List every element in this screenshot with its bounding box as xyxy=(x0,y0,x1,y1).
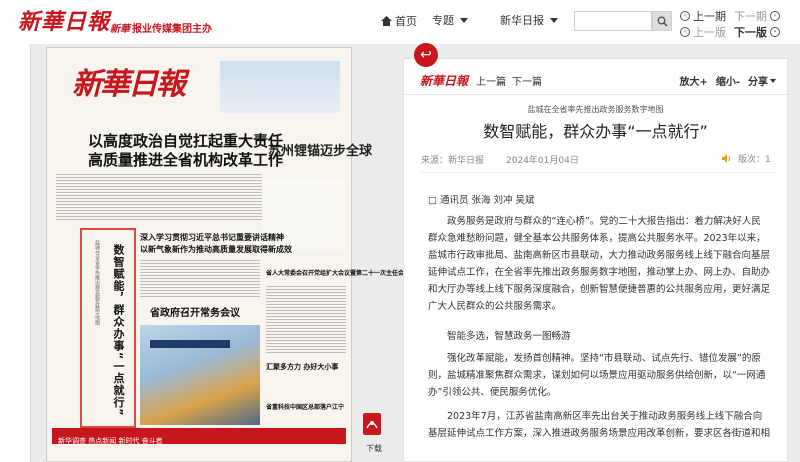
prev-article-link[interactable]: 上一篇 xyxy=(476,73,506,88)
circle-arrow-icon: ‹ xyxy=(680,27,690,37)
circle-arrow-icon: › xyxy=(770,27,780,37)
top-header: 新華日報 新華 报业传媒集团主办 首页 专题 新华日报 ‹ 上一期 下一期 › ‹… xyxy=(0,0,800,44)
topic-dropdown-label: 专题 xyxy=(432,14,454,27)
next-issue-label: 下一期 xyxy=(734,10,767,23)
article-logo: 新華日報 xyxy=(420,73,469,88)
article-source: 来源：新华日报 xyxy=(421,156,485,166)
share-label: 分享 xyxy=(748,77,768,88)
article-meta: 来源：新华日报 2024年01月04日 xyxy=(421,153,579,166)
back-button[interactable]: ↩ xyxy=(414,43,438,67)
bottom-banner[interactable]: 新华调查 热点新闻 新时代 奋斗者 xyxy=(52,428,346,445)
headline-9[interactable]: 省重科技中国区总部落户江宁 xyxy=(266,402,344,411)
next-article-link[interactable]: 下一篇 xyxy=(512,73,542,88)
caret-down-icon xyxy=(550,17,558,23)
vertical-title: 数智赋能，群众办事“一点就行” xyxy=(112,244,125,417)
photo-crane-detail xyxy=(150,340,230,348)
headline-8[interactable]: 汇聚多方力 办好大小事 xyxy=(266,362,338,372)
article-byline: □ 通讯员 张海 刘冲 吴斌 xyxy=(428,195,535,206)
toolbar-divider xyxy=(404,94,787,95)
paper-dropdown-label: 新华日报 xyxy=(500,14,544,27)
zoom-in-button[interactable]: 放大+ xyxy=(679,73,707,88)
headline-2[interactable]: 高质量推进全省机构改革工作 xyxy=(88,149,283,170)
zoom-in-label: 放大+ xyxy=(679,77,708,88)
article-kicker: 盐城在全省率先推出政务服务数字地图 xyxy=(527,105,664,114)
newspaper-masthead: 新華日報 xyxy=(52,55,344,123)
masthead-skyline-image xyxy=(220,61,340,113)
article-body-block xyxy=(56,172,262,222)
headline-4[interactable]: 以新气象新作为推动高质量发展取得新成效 xyxy=(140,244,292,255)
prev-page-label: 上一版 xyxy=(693,26,726,39)
article-toolbar: 新華日報 上一篇 下一篇 放大+ 缩小- 分享 xyxy=(420,70,782,90)
masthead-title: 新華日報 xyxy=(72,67,186,102)
caret-down-icon xyxy=(770,78,776,83)
home-icon xyxy=(381,16,392,26)
next-page-link[interactable]: 下一版 › xyxy=(734,24,780,40)
headline-6[interactable]: 苏州锂锚迈步全球 xyxy=(268,140,372,159)
paper-dropdown[interactable]: 新华日报 xyxy=(496,11,562,29)
back-arrow-icon: ↩ xyxy=(420,47,432,63)
publisher-label: 新華 报业传媒集团主办 xyxy=(110,20,212,35)
article-tools-right: 放大+ 缩小- 分享 xyxy=(679,73,776,88)
share-button[interactable]: 分享 xyxy=(748,73,776,88)
search-button[interactable] xyxy=(652,11,672,31)
download-label[interactable]: 下载 xyxy=(366,443,382,454)
caret-down-icon xyxy=(460,17,468,23)
prev-issue-link[interactable]: ‹ 上一期 xyxy=(680,8,726,24)
next-issue-link[interactable]: 下一期 › xyxy=(734,8,780,24)
article-title: 数智赋能，群众办事“一点就行” xyxy=(483,122,708,141)
nav-home-label: 首页 xyxy=(395,15,417,28)
speaker-icon[interactable] xyxy=(722,154,732,163)
article-paragraph: 政务服务是政府与群众的“连心桥”。党的二十大报告指出：着力解决好人民群众急难愁盼… xyxy=(428,216,771,312)
headline-1[interactable]: 以高度政治自觉扛起重大责任 xyxy=(88,130,283,151)
zoom-out-button[interactable]: 缩小- xyxy=(716,73,740,88)
prev-issue-label: 上一期 xyxy=(693,10,726,23)
headline-3[interactable]: 深入学习贯彻习近平总书记重要讲话精神 xyxy=(140,232,284,243)
publisher-mark: 新華 xyxy=(110,24,130,35)
selected-article-column[interactable]: 盐城在全省率先推出政务服务数字地图 数智赋能，群众办事“一点就行” xyxy=(80,228,136,428)
circle-arrow-icon: › xyxy=(770,11,780,21)
article-body-block xyxy=(266,284,346,354)
circle-arrow-icon: ‹ xyxy=(680,11,690,21)
article-meta-right: 版次：1 xyxy=(722,152,771,165)
article-paragraph: 强化改革赋能，发扬首创精神。坚持“市县联动、试点先行、错位发展”的原则，盐城精准… xyxy=(428,353,766,398)
zoom-out-label: 缩小- xyxy=(715,77,740,88)
next-page-label: 下一版 xyxy=(734,26,767,39)
search-input[interactable] xyxy=(574,11,652,31)
publisher-text: 报业传媒集团主办 xyxy=(132,24,212,35)
article-date: 2024年01月04日 xyxy=(506,156,579,166)
article-subheading: 智能多选，智慧政务一图畅游 xyxy=(447,331,571,342)
prev-page-link[interactable]: ‹ 上一版 xyxy=(680,24,726,40)
headline-5[interactable]: 省政府召开常务会议 xyxy=(150,304,240,319)
vertical-subtitle: 盐城在全省率先推出政务服务数字地图 xyxy=(94,240,100,325)
search-icon xyxy=(657,16,668,27)
bottom-banner-text: 新华调查 热点新闻 新时代 奋斗者 xyxy=(58,437,163,445)
topic-dropdown[interactable]: 专题 xyxy=(428,11,472,29)
article-body-block xyxy=(140,258,260,298)
meta-divider xyxy=(420,172,775,173)
nav-home[interactable]: 首页 xyxy=(381,13,417,29)
article-edition: 版次：1 xyxy=(738,155,771,165)
site-logo[interactable]: 新華日報 xyxy=(18,4,110,36)
article-paragraph: 2023年7月，江苏省盐南高新区率先出台关于推动政务服务线上线下融合向基层延伸试… xyxy=(428,411,771,439)
pdf-download-icon[interactable] xyxy=(363,413,381,435)
headline-7[interactable]: 省人大常委会召开党组扩大会议暨第二十一次主任会议 xyxy=(266,268,410,277)
